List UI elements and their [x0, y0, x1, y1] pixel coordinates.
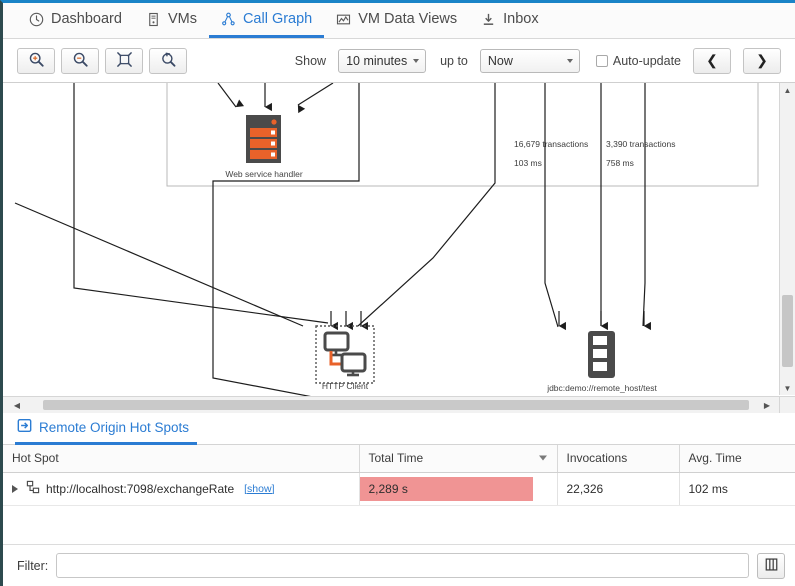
tab-call-graph[interactable]: Call Graph: [208, 3, 325, 38]
zoom-out-button[interactable]: [61, 47, 99, 74]
scrollbar-corner: [779, 396, 795, 413]
application-window: Dashboard VMs Call Graph VM Data Views I…: [0, 0, 795, 586]
graph-node-web-service-handler: Web service handler: [225, 115, 303, 179]
edge-label-transactions: 16,679 transactions: [514, 139, 588, 149]
column-header-invocations[interactable]: Invocations: [557, 445, 680, 473]
column-header-label: Avg. Time: [688, 451, 742, 466]
inbox-icon: [481, 12, 496, 27]
graph-node-jdbc-remote-host: jdbc:demo://remote_host/test: [546, 331, 657, 393]
tab-inbox[interactable]: Inbox: [469, 3, 550, 38]
call-graph-canvas[interactable]: 16,679 transactions 103 ms 3,390 transac…: [3, 83, 795, 413]
table-header-row: Hot Spot Total Time Invocations Avg. Tim…: [3, 445, 795, 473]
edge-label-transactions: 3,390 transactions: [606, 139, 675, 149]
filter-label: Filter:: [17, 558, 49, 573]
column-header-label: Invocations: [566, 451, 628, 466]
fit-to-window-icon: [116, 51, 133, 71]
scroll-right-arrow-icon[interactable]: ▶: [759, 397, 775, 413]
show-link[interactable]: [show]: [244, 483, 274, 495]
auto-update-checkbox[interactable]: [595, 54, 608, 67]
zoom-in-button[interactable]: [17, 47, 55, 74]
time-range-select[interactable]: 10 minutes: [338, 48, 427, 73]
scroll-down-arrow-icon[interactable]: ▼: [780, 381, 795, 395]
tab-vm-data-views-label: VM Data Views: [358, 11, 458, 27]
upto-value: Now: [487, 53, 513, 68]
graph-node-label: jdbc:demo://remote_host/test: [546, 383, 657, 393]
panel-tab-label: Remote Origin Hot Spots: [39, 419, 190, 435]
filter-bar: Filter:: [3, 544, 795, 586]
chevron-left-icon: ❮: [706, 52, 718, 68]
tab-inbox-label: Inbox: [503, 11, 539, 27]
edge-label-duration: 103 ms: [514, 158, 542, 168]
enter-box-icon: [17, 418, 32, 436]
scroll-up-arrow-icon[interactable]: ▲: [780, 83, 795, 97]
tab-dashboard-label: Dashboard: [51, 11, 122, 27]
main-tab-bar: Dashboard VMs Call Graph VM Data Views I…: [3, 3, 795, 39]
next-button[interactable]: ❯: [743, 47, 781, 74]
column-header-hot-spot[interactable]: Hot Spot: [3, 445, 360, 473]
graph-drawing-area[interactable]: 16,679 transactions 103 ms 3,390 transac…: [3, 83, 795, 413]
tab-dashboard[interactable]: Dashboard: [17, 3, 134, 38]
graph-node-label: HTTP Client: [322, 381, 369, 391]
column-options-button[interactable]: [757, 552, 785, 579]
cell-hot-spot[interactable]: http://localhost:7098/exchangeRate [show…: [3, 472, 360, 506]
table-row[interactable]: http://localhost:7098/exchangeRate [show…: [3, 472, 795, 506]
edge-label-duration: 758 ms: [606, 158, 634, 168]
tab-vms-label: VMs: [167, 11, 197, 27]
column-header-label: Total Time: [368, 451, 424, 466]
tab-vms[interactable]: VMs: [134, 3, 209, 38]
cell-total-time: 2,289 s: [359, 472, 558, 506]
total-time-value: 2,289 s: [368, 481, 408, 496]
hot-spots-panel: Remote Origin Hot Spots Hot Spot Total T…: [3, 413, 795, 506]
tab-call-graph-label: Call Graph: [242, 11, 313, 27]
zoom-out-icon: [72, 51, 89, 71]
cell-invocations: 22,326: [557, 472, 680, 506]
panel-tab-bar: Remote Origin Hot Spots: [3, 413, 795, 445]
reset-view-button[interactable]: [149, 47, 187, 74]
show-label: Show: [294, 53, 327, 68]
horizontal-scroll-thumb[interactable]: [43, 400, 749, 410]
scroll-left-arrow-icon[interactable]: ◀: [9, 397, 25, 413]
chevron-down-icon: [566, 58, 573, 63]
graph-toolbar: Show 10 minutes up to Now Auto-update ❮ …: [3, 39, 795, 83]
graph-node-http-client: HTTP Client: [315, 325, 375, 391]
upto-label: up to: [440, 53, 468, 68]
zoom-in-icon: [28, 51, 45, 71]
fit-to-window-button[interactable]: [105, 47, 143, 74]
tab-remote-origin-hot-spots[interactable]: Remote Origin Hot Spots: [15, 418, 198, 445]
filter-input[interactable]: [56, 553, 749, 578]
chevron-down-icon: [413, 58, 420, 63]
cell-avg-time: 102 ms: [679, 472, 795, 506]
server-icon: [146, 12, 161, 27]
vertical-scroll-thumb[interactable]: [782, 295, 793, 367]
expand-row-triangle-icon[interactable]: [12, 484, 18, 493]
hot-spots-table: Hot Spot Total Time Invocations Avg. Tim…: [3, 445, 795, 506]
chart-icon: [336, 12, 351, 27]
tab-vm-data-views[interactable]: VM Data Views: [324, 3, 469, 38]
chevron-right-icon: ❯: [756, 52, 768, 68]
upto-select[interactable]: Now: [479, 48, 580, 73]
auto-update-toggle[interactable]: Auto-update: [595, 53, 681, 68]
column-header-total-time[interactable]: Total Time: [359, 445, 558, 473]
hot-spot-node-icon: [26, 480, 40, 497]
graph-node-label: Web service handler: [225, 169, 302, 179]
sort-descending-icon: [538, 455, 547, 461]
hot-spot-url: http://localhost:7098/exchangeRate: [46, 481, 235, 496]
refresh-search-icon: [160, 51, 177, 71]
column-header-label: Hot Spot: [12, 451, 59, 466]
gauge-icon: [29, 12, 44, 27]
graph-horizontal-scrollbar[interactable]: ◀ ▶: [3, 396, 779, 413]
graph-vertical-scrollbar[interactable]: ▲ ▼: [779, 83, 795, 395]
previous-button[interactable]: ❮: [693, 47, 731, 74]
time-range-value: 10 minutes: [346, 53, 408, 68]
columns-icon: [764, 557, 779, 575]
auto-update-label: Auto-update: [612, 53, 681, 68]
call-graph-icon: [221, 12, 236, 27]
column-header-avg-time[interactable]: Avg. Time: [679, 445, 795, 473]
